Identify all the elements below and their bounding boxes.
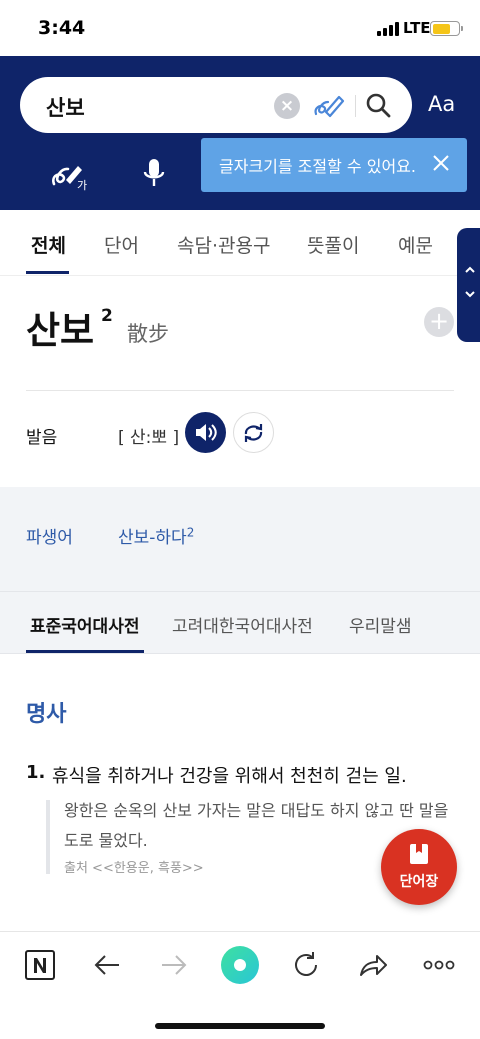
close-icon[interactable] [431,153,451,173]
chevron-down-icon[interactable] [464,288,476,300]
signal-icon [377,22,399,36]
home-indicator [155,1023,325,1029]
svg-text:가: 가 [77,179,87,192]
tab-korea-univ-dictionary[interactable]: 고려대한국어대사전 [172,612,313,637]
naver-home-icon[interactable] [24,949,56,981]
part-of-speech: 명사 [26,702,67,727]
tab-idioms[interactable]: 속담·관용구 [177,231,270,258]
repeat-pronunciation-button[interactable] [233,412,274,453]
font-size-tooltip: 글자크기를 조절할 수 있어요. [201,138,467,192]
example-source: 출처 <<한용운, 흑풍>> [64,861,204,876]
bookmark-icon [410,844,428,864]
refresh-icon[interactable] [290,949,322,981]
definition-number: 1. [26,762,46,783]
tab-words[interactable]: 단어 [104,231,139,258]
search-divider [355,95,356,117]
status-bar: 3:44 LTE [0,0,480,56]
dictionary-tabs: 표준국어대사전 고려대한국어대사전 우리말샘 [0,591,480,654]
wordbook-button[interactable]: 단어장 [381,829,457,905]
share-icon[interactable] [357,949,389,981]
definition-text: 휴식을 취하거나 건강을 위해서 천천히 걷는 일. [52,766,407,787]
more-icon[interactable] [423,949,455,981]
derivative-link[interactable]: 산보-하다2 [118,523,194,548]
search-box[interactable]: 산보 × [20,77,412,133]
derivative-word[interactable]: 산보-하다 [118,528,187,548]
add-to-wordbook-button[interactable]: + [424,307,454,337]
search-icon[interactable] [364,91,392,119]
back-arrow-icon[interactable] [91,949,123,981]
network-label: LTE [403,19,431,37]
play-pronunciation-button[interactable] [185,412,226,453]
app-header: 산보 × Aa 가 글자크기를 조절할 수 있어요. [0,56,480,210]
search-input[interactable]: 산보 [46,92,85,122]
bottom-toolbar [0,931,480,1039]
scroll-nav[interactable] [457,228,480,342]
entry-headword: 산보 [26,309,95,352]
clear-search-button[interactable]: × [274,93,300,119]
tooltip-text: 글자크기를 조절할 수 있어요. [219,157,416,176]
green-dot-icon[interactable] [220,945,260,985]
pronunciation-label: 발음 [26,428,58,448]
font-size-button[interactable]: Aa [428,92,455,116]
divider [26,390,454,391]
entry-hanja: 散步 [127,322,169,346]
pronunciation-value: [ 산:뽀 ] [118,428,180,448]
battery-icon [430,21,460,36]
microphone-icon[interactable] [141,157,167,189]
tab-standard-dictionary[interactable]: 표준국어대사전 [30,612,139,637]
derivatives-section: 파생어 산보-하다2 [0,487,480,591]
speaker-icon [196,424,217,441]
forward-arrow-icon[interactable] [158,949,190,981]
active-tab-indicator [26,271,69,274]
handwriting-korean-icon[interactable]: 가 [50,156,90,192]
homograph-number: 2 [101,306,113,326]
tab-urimalsaem[interactable]: 우리말샘 [349,612,412,637]
handwriting-icon[interactable] [312,90,346,120]
wordbook-label: 단어장 [399,874,439,890]
active-dictionary-indicator [26,650,144,653]
tab-definitions[interactable]: 뜻풀이 [307,231,359,258]
derivative-sup: 2 [186,525,195,540]
derivatives-label: 파생어 [26,528,73,548]
result-tabs: 전체 단어 속담·관용구 뜻풀이 예문 [0,210,480,276]
example-bar [46,800,50,874]
tab-all[interactable]: 전체 [31,231,66,258]
battery-tip [461,26,463,31]
chevron-up-icon[interactable] [464,264,476,276]
status-time: 3:44 [38,17,86,39]
repeat-icon [244,424,263,442]
tab-examples[interactable]: 예문 [398,231,433,258]
